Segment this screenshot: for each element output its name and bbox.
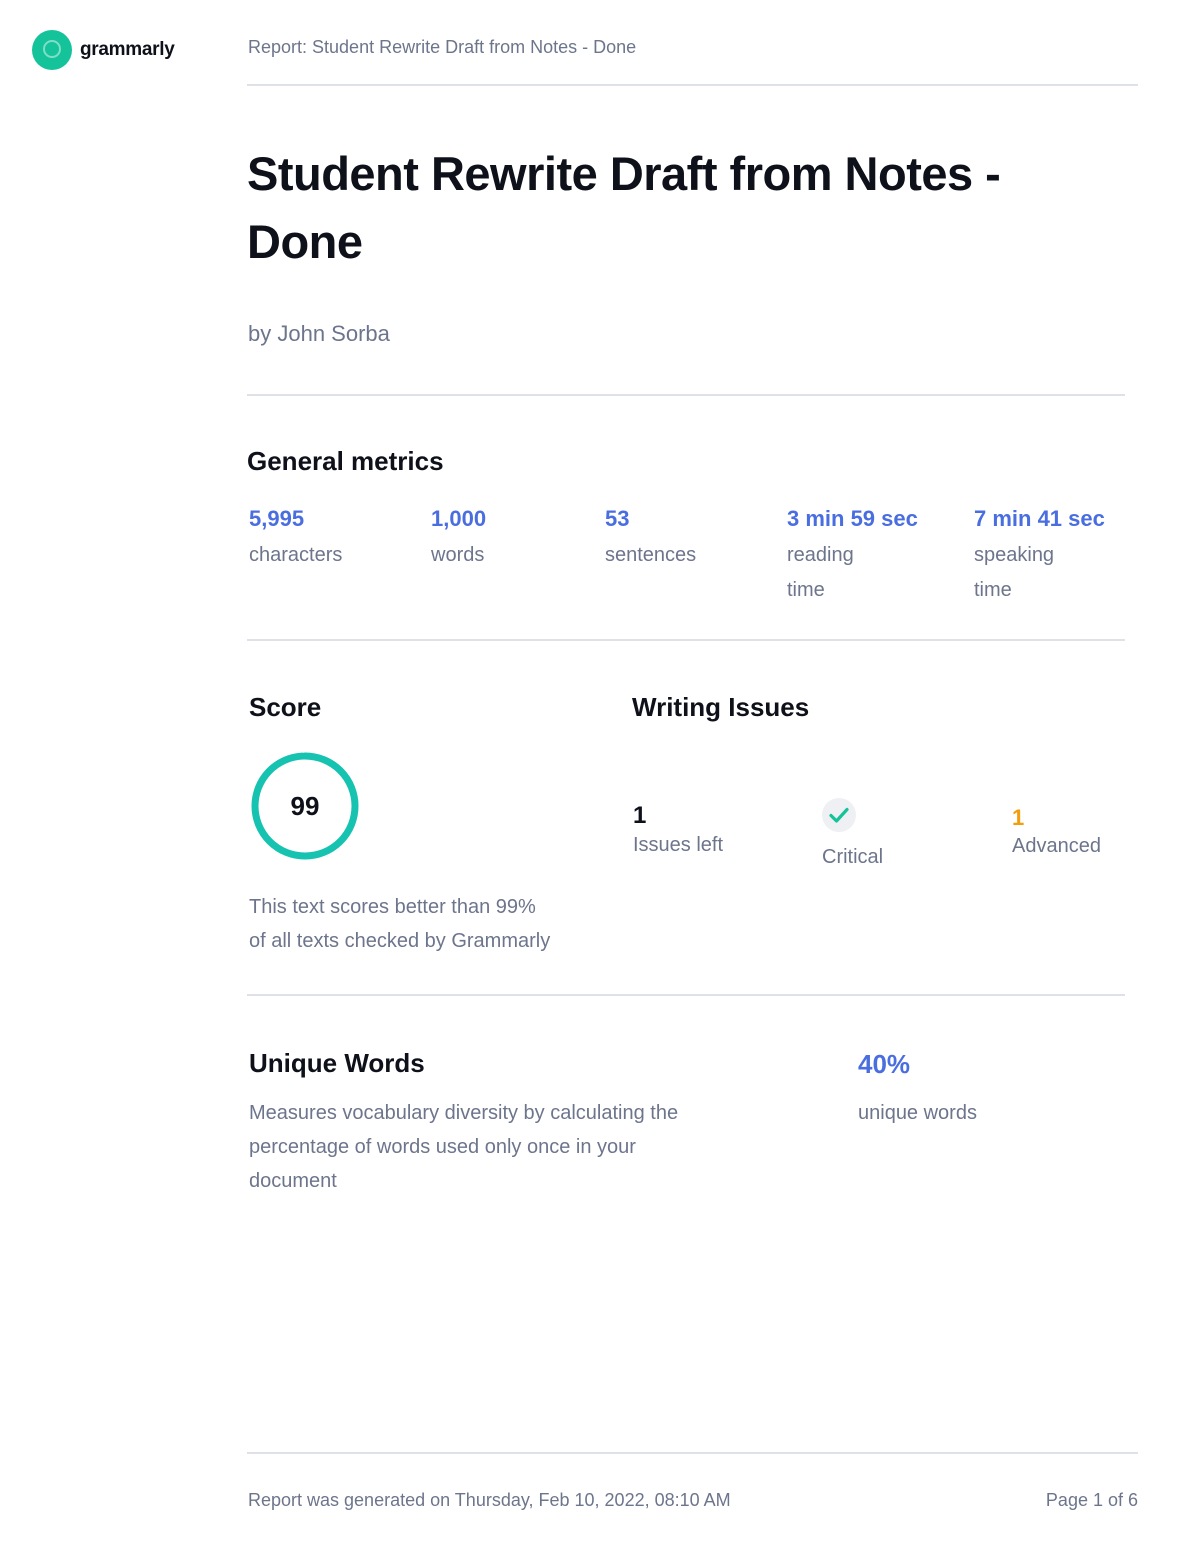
footer-divider <box>247 1452 1138 1454</box>
unique-words-value: 40% <box>858 1049 911 1079</box>
issues-left-value: 1 <box>633 802 647 829</box>
brand-name: grammarly <box>80 39 175 60</box>
metric-label: time <box>787 579 825 601</box>
metric-sentences: 53 sentences <box>605 506 696 573</box>
metric-reading-time: 3 min 59 sec reading time <box>787 506 918 608</box>
metric-label: words <box>431 544 485 566</box>
unique-words-heading: Unique Words <box>249 1048 425 1078</box>
critical-label: Critical <box>822 846 884 868</box>
document-title: Student Rewrite Draft from Notes - Done <box>247 147 1001 268</box>
metric-label: reading <box>787 544 854 566</box>
section-divider <box>247 639 1125 641</box>
metric-words: 1,000 words <box>431 506 486 573</box>
unique-words-description-line: percentage of words used only once in yo… <box>249 1136 636 1158</box>
score-description: This text scores better than 99% of all … <box>249 890 550 958</box>
unique-words-description-line: document <box>249 1170 337 1192</box>
metric-label: characters <box>249 544 343 566</box>
section-divider <box>247 994 1125 996</box>
page-number: Page 1 of 6 <box>1045 1490 1138 1510</box>
grammarly-logo: grammarly <box>32 30 175 70</box>
metric-value: 5,995 <box>249 506 305 531</box>
metric-value: 3 min 59 sec <box>787 506 918 531</box>
advanced-value: 1 <box>1012 805 1025 830</box>
grammarly-logo-icon <box>32 30 72 70</box>
advanced-label: Advanced <box>1012 835 1101 857</box>
unique-words-label: unique words <box>858 1102 977 1124</box>
report-generated-text: Report was generated on Thursday, Feb 10… <box>248 1490 731 1510</box>
metric-label: time <box>974 579 1012 601</box>
metric-value: 53 <box>605 506 630 531</box>
score-value: 99 <box>290 790 320 821</box>
document-author: by John Sorba <box>248 321 390 346</box>
header-divider <box>247 84 1138 86</box>
section-divider <box>247 394 1125 396</box>
unique-words-description: Measures vocabulary diversity by calcula… <box>249 1096 678 1198</box>
writing-issues-heading: Writing Issues <box>632 692 810 722</box>
score-description-line: of all texts checked by Grammarly <box>249 930 551 952</box>
advanced-issues: 1 Advanced <box>1012 805 1101 864</box>
issues-left-label: Issues left <box>633 834 724 856</box>
checkmark-icon <box>822 798 856 832</box>
report-header-title: Report: Student Rewrite Draft from Notes… <box>248 37 637 57</box>
unique-words-description-line: Measures vocabulary diversity by calcula… <box>249 1102 679 1124</box>
score-heading: Score <box>249 692 322 722</box>
metric-label: sentences <box>605 544 697 566</box>
metric-value: 1,000 <box>431 506 487 531</box>
metric-value: 7 min 41 sec <box>974 506 1105 531</box>
score-description-line: This text scores better than 99% <box>249 896 536 918</box>
general-metrics-heading: General metrics <box>247 446 444 476</box>
metric-speaking-time: 7 min 41 sec speaking time <box>974 506 1105 608</box>
issues-left: 1 Issues left <box>633 802 723 863</box>
metric-label: speaking <box>974 544 1055 566</box>
metric-characters: 5,995 characters <box>249 506 342 573</box>
